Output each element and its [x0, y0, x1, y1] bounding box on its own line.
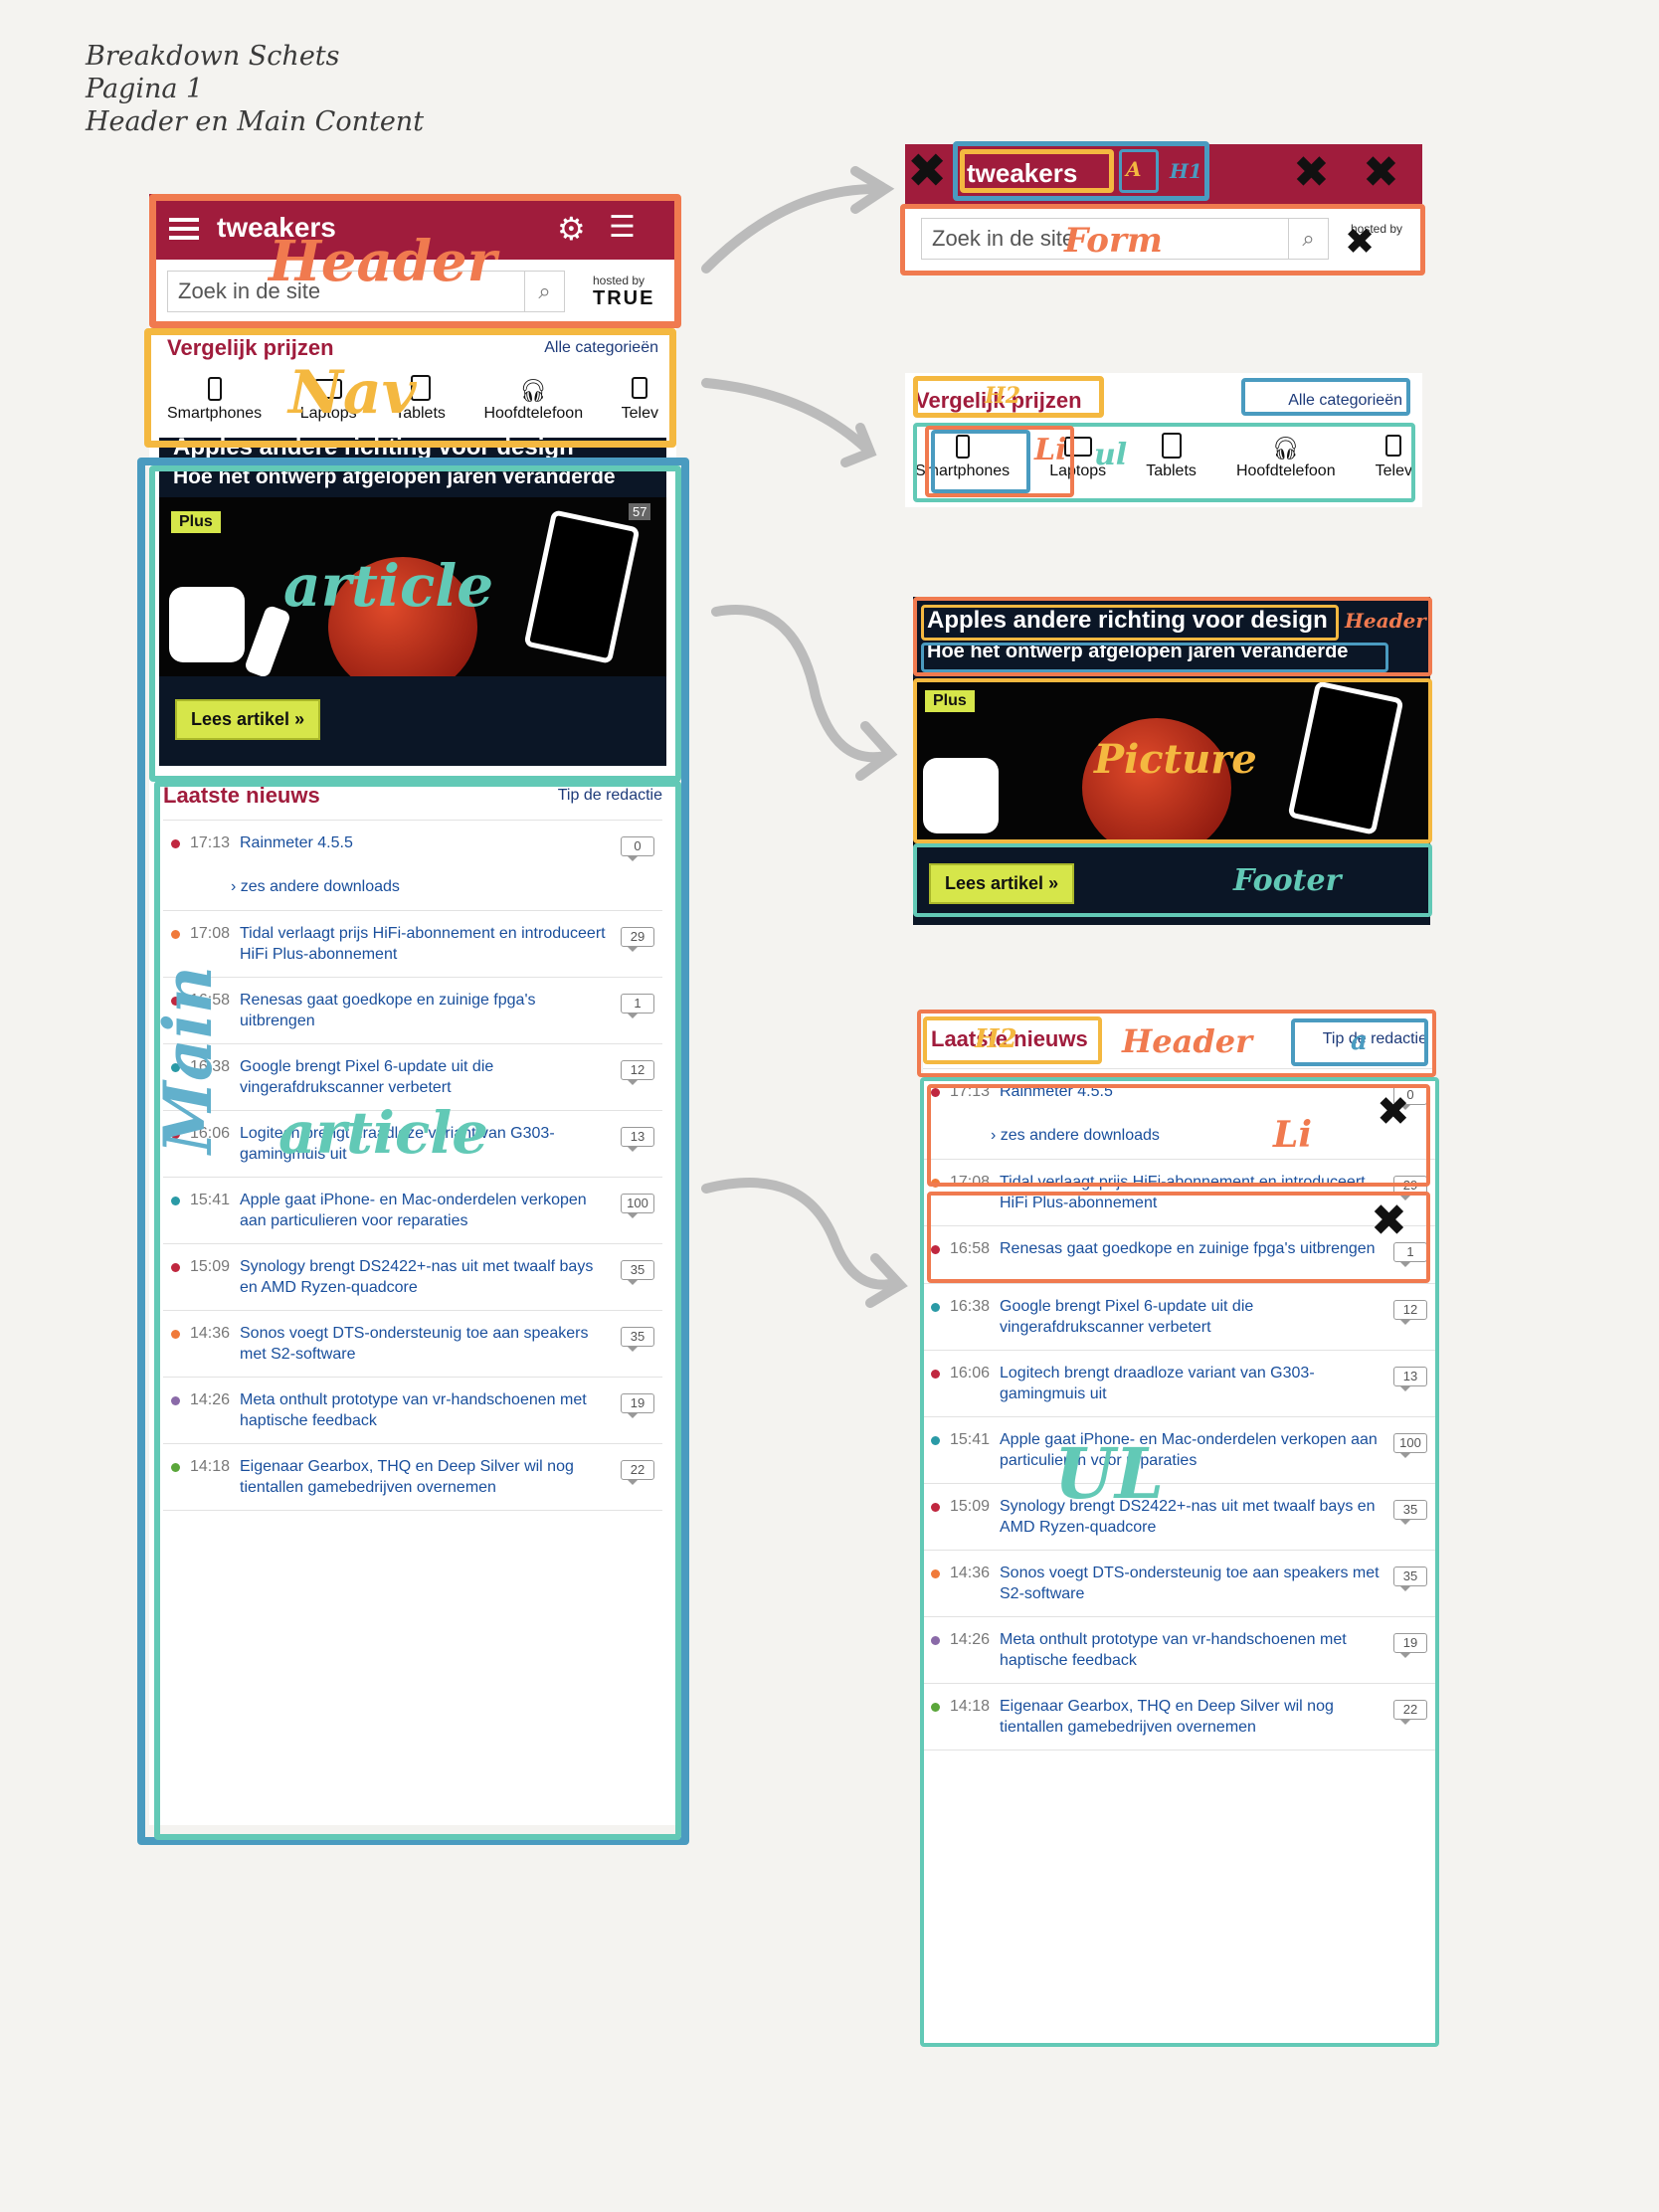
- news-li-box-1: [927, 1084, 1430, 1187]
- header-label: Header: [269, 229, 497, 294]
- news-li-label: Li: [1273, 1114, 1312, 1156]
- footer-label: Footer: [1233, 863, 1342, 898]
- a-link-box: [931, 430, 1030, 493]
- news-header-label: Header: [1122, 1022, 1252, 1060]
- main-label: Main: [149, 966, 227, 1154]
- crossed-out-host-icon: ✖: [1345, 222, 1376, 263]
- note-line-3: Header en Main Content: [86, 106, 425, 137]
- nav-label: Nav: [288, 358, 417, 428]
- crossed-out-menu-icon: ✖: [907, 143, 948, 199]
- h2-label: H2: [985, 383, 1021, 409]
- hero-header-label: Header: [1345, 609, 1426, 633]
- news-article-label: article: [278, 1099, 489, 1167]
- arrow-news: [701, 1178, 908, 1308]
- arrow-header: [701, 166, 895, 274]
- note-line-2: Pagina 1: [86, 74, 204, 104]
- sketch-notes: Breakdown Schets Pagina 1 Header en Main…: [86, 40, 424, 138]
- logo-box: [960, 149, 1114, 193]
- h1-label: H1: [1170, 159, 1202, 183]
- note-line-1: Breakdown Schets: [86, 41, 340, 72]
- news-ul-label: UL: [1054, 1432, 1165, 1515]
- news-li-box-2: [927, 1192, 1430, 1283]
- news-h2-label: H2: [975, 1024, 1017, 1054]
- all-categories-box: [1241, 378, 1410, 416]
- hero-article-label: article: [283, 552, 494, 620]
- arrow-nav: [701, 378, 877, 467]
- tip-a-label: a: [1351, 1026, 1368, 1056]
- hero-article-box: [149, 465, 681, 782]
- crossed-out-settings-icon: ✖: [1293, 147, 1330, 198]
- hero-h2-box: [921, 605, 1339, 641]
- crossed-out-comment-2: ✖: [1371, 1196, 1407, 1246]
- footer-box: [913, 843, 1432, 917]
- form-label: Form: [1064, 221, 1163, 261]
- hero-subtitle-box: [921, 643, 1388, 672]
- arrow-hero: [711, 605, 898, 781]
- crossed-out-comment-1: ✖: [1377, 1089, 1410, 1135]
- picture-label: Picture: [1094, 736, 1257, 783]
- ul-label: ul: [1094, 438, 1128, 472]
- news-article-box: [154, 781, 681, 1840]
- a-label: A: [1126, 157, 1142, 181]
- li-label: Li: [1034, 433, 1067, 467]
- crossed-out-user-icon: ✖: [1363, 147, 1399, 198]
